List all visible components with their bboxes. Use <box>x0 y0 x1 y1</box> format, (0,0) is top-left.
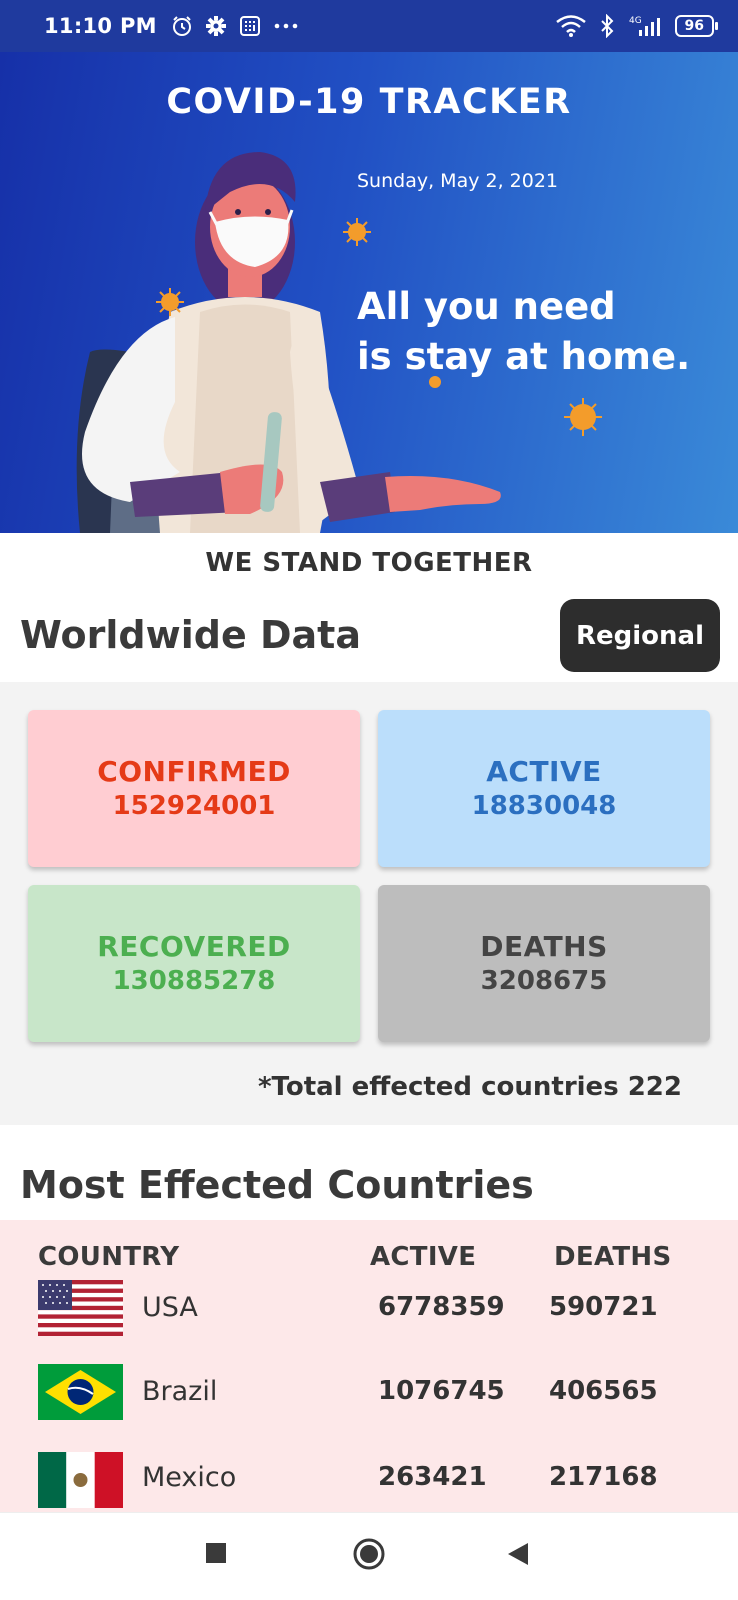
bluetooth-icon <box>600 14 613 38</box>
active-value: 18830048 <box>471 790 617 821</box>
wifi-icon <box>555 15 586 37</box>
regional-button[interactable]: Regional <box>560 599 720 672</box>
more-dots-icon <box>274 23 298 29</box>
mexico-flag-icon <box>38 1452 123 1508</box>
hero-slogan: All you need is stay at home. <box>357 282 717 382</box>
worldwide-stats-panel: CONFIRMED 152924001 ACTIVE 18830048 RECO… <box>0 682 738 1125</box>
recovered-label: RECOVERED <box>97 929 291 963</box>
country-name: Mexico <box>142 1462 237 1493</box>
app-title: COVID-19 TRACKER <box>166 82 572 122</box>
deaths-label: DEATHS <box>480 929 608 963</box>
deaths-cell: 406565 <box>549 1376 658 1406</box>
slogan-line-2: is stay at home. <box>357 335 691 378</box>
confirmed-card[interactable]: CONFIRMED 152924001 <box>28 710 360 867</box>
worldwide-data-title: Worldwide Data <box>20 613 361 657</box>
recents-square-icon[interactable] <box>204 1541 228 1565</box>
recovered-value: 130885278 <box>112 965 276 996</box>
country-name: Brazil <box>142 1376 218 1407</box>
slogan-line-1: All you need <box>357 285 616 328</box>
table-row[interactable]: USA 6778359 590721 <box>0 1264 738 1350</box>
countries-table: COUNTRY ACTIVE DEATHS USA 6778359 590721 <box>0 1220 738 1512</box>
settings-gear-icon <box>205 16 226 36</box>
active-cell: 6778359 <box>378 1292 505 1322</box>
status-bar: 11:10 PM 4G 96 <box>0 0 738 52</box>
status-time: 11:10 PM <box>44 14 157 38</box>
calculator-icon <box>239 16 260 36</box>
table-row[interactable]: Brazil 1076745 406565 <box>0 1350 738 1436</box>
brazil-flag-icon <box>38 1364 123 1420</box>
active-cell: 1076745 <box>378 1376 505 1406</box>
status-icons-right: 4G 96 <box>555 14 719 38</box>
back-triangle-icon[interactable] <box>506 1541 530 1567</box>
confirmed-value: 152924001 <box>112 790 276 821</box>
deaths-card[interactable]: DEATHS 3208675 <box>378 885 710 1042</box>
recovered-card[interactable]: RECOVERED 130885278 <box>28 885 360 1042</box>
table-row[interactable]: Mexico 263421 217168 <box>0 1436 738 1512</box>
tagline: WE STAND TOGETHER <box>205 548 533 578</box>
network-type-label: 4G <box>629 16 642 26</box>
most-affected-countries-title: Most Effected Countries <box>20 1163 534 1207</box>
active-cell: 263421 <box>378 1462 487 1492</box>
signal-icon: 4G <box>629 16 660 36</box>
deaths-value: 3208675 <box>480 965 608 996</box>
system-navigation-bar <box>0 1512 738 1600</box>
country-name: USA <box>142 1292 198 1323</box>
alarm-icon <box>172 16 191 36</box>
active-label: ACTIVE <box>486 754 602 788</box>
total-countries-note: *Total effected countries 222 <box>257 1072 682 1102</box>
deaths-cell: 590721 <box>549 1292 658 1322</box>
home-circle-icon[interactable] <box>352 1537 386 1571</box>
usa-flag-icon <box>38 1280 123 1336</box>
active-card[interactable]: ACTIVE 18830048 <box>378 710 710 867</box>
deaths-cell: 217168 <box>549 1462 658 1492</box>
current-date: Sunday, May 2, 2021 <box>357 170 559 192</box>
app-screen: 11:10 PM 4G 96 COVID-19 TRACKER Sunday, … <box>0 0 738 1600</box>
status-icons-left <box>171 15 299 37</box>
hero-banner: COVID-19 TRACKER Sunday, May 2, 2021 All… <box>0 52 738 533</box>
battery-icon: 96 <box>674 15 719 37</box>
confirmed-label: CONFIRMED <box>97 754 291 788</box>
